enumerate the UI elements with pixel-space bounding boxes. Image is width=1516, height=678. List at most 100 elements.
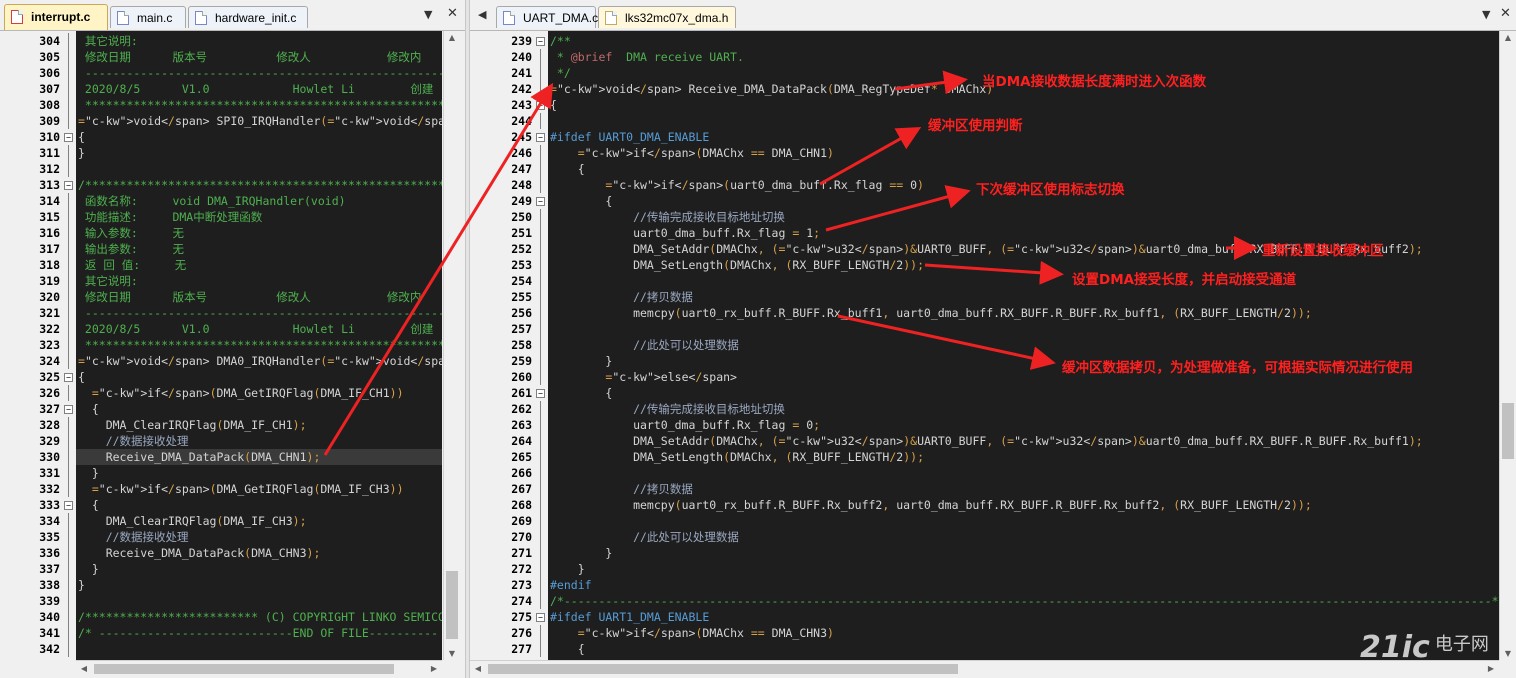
fold-toggle-icon[interactable]: − (536, 37, 545, 46)
fold-toggle-icon[interactable]: − (64, 405, 73, 414)
code-line: 修改日期 版本号 修改人 修改内 (78, 50, 422, 64)
fold-guide (540, 241, 541, 257)
scroll-up-icon[interactable]: ▲ (1500, 33, 1516, 42)
right-vscroll-thumb[interactable] (1502, 403, 1514, 459)
fold-guide (68, 65, 69, 81)
right-hscroll-thumb[interactable] (488, 664, 958, 674)
scroll-right-icon[interactable]: ▶ (1483, 664, 1499, 673)
scroll-left-icon[interactable]: ◀ (470, 664, 486, 673)
fold-guide (68, 289, 69, 305)
tab-list-dropdown-icon[interactable]: ▼ (1482, 8, 1490, 21)
tab-list-dropdown-icon[interactable]: ▼ (424, 8, 432, 21)
line-number: 330 (39, 450, 60, 464)
fold-toggle-icon[interactable]: − (536, 613, 545, 622)
fold-guide (540, 449, 541, 465)
code-line: memcpy(uart0_rx_buff.R_BUFF.Rx_buff2, ua… (550, 498, 1312, 512)
line-number: 269 (511, 514, 532, 528)
code-line: ="c-kw">void</span> SPI0_IRQHandler(="c-… (78, 114, 442, 128)
line-number: 320 (39, 290, 60, 304)
right-vertical-scrollbar[interactable]: ▲ ▼ (1499, 31, 1516, 660)
line-number: 321 (39, 306, 60, 320)
line-number: 333 (39, 498, 60, 512)
fold-guide (68, 353, 69, 369)
line-number: 324 (39, 354, 60, 368)
fold-guide (540, 289, 541, 305)
left-line-number-gutter: 304 305 306 307 308 309 310−311 312 313−314 315 31… (0, 31, 76, 660)
right-code-editor[interactable]: /** * @brief DMA receive UART. */ ="c-kw"… (548, 31, 1499, 660)
tab-main-c[interactable]: main.c (110, 6, 186, 28)
left-vertical-scrollbar[interactable]: ▲ ▼ (443, 31, 460, 660)
code-line: uart0_dma_buff.Rx_flag = 0; (550, 418, 821, 432)
code-line: /* ----------------------------END OF FI… (78, 626, 439, 640)
fold-guide (540, 417, 541, 433)
tab-interrupt-c[interactable]: interrupt.c (4, 4, 108, 30)
c-file-icon (195, 11, 207, 25)
close-icon[interactable]: ✕ (447, 6, 458, 21)
code-line: memcpy(uart0_rx_buff.R_BUFF.Rx_buff1, ua… (550, 306, 1312, 320)
fold-guide (540, 433, 541, 449)
tab-lks32mc07x-dma-h[interactable]: lks32mc07x_dma.h (598, 6, 736, 28)
right-horizontal-scrollbar[interactable]: ◀ ▶ (470, 660, 1499, 677)
left-horizontal-scrollbar[interactable]: ◀ ▶ (76, 660, 442, 677)
left-code-editor[interactable]: 其它说明: 修改日期 版本号 修改人 修改内 -----------------… (76, 31, 442, 660)
fold-toggle-icon[interactable]: − (64, 181, 73, 190)
left-hscroll-thumb[interactable] (94, 664, 394, 674)
line-number: 273 (511, 578, 532, 592)
fold-toggle-icon[interactable]: − (536, 389, 545, 398)
code-line: ="c-kw">if</span>(DMAChx == DMA_CHN1) (577, 146, 834, 160)
fold-toggle-icon[interactable]: − (64, 373, 73, 382)
fold-toggle-icon[interactable]: − (536, 101, 545, 110)
tab-hardware-init-c[interactable]: hardware_init.c (188, 6, 308, 28)
scroll-up-icon[interactable]: ▲ (444, 33, 460, 42)
code-line: } (550, 354, 613, 368)
code-line: } (550, 562, 585, 576)
left-vscroll-thumb[interactable] (446, 571, 458, 639)
annotation-reset-buffer: 重新设置接收缓冲区 (1262, 243, 1384, 259)
fold-guide (540, 145, 541, 161)
fold-toggle-icon[interactable]: − (536, 133, 545, 142)
annotation-buffer-judge: 缓冲区使用判断 (928, 118, 1023, 134)
line-number: 306 (39, 66, 60, 80)
line-number: 327 (39, 402, 60, 416)
fold-guide (540, 225, 541, 241)
fold-guide (68, 273, 69, 289)
tab-scroll-left-icon[interactable]: ◀ (478, 8, 486, 21)
fold-guide (540, 65, 541, 81)
code-line: /** (550, 34, 571, 48)
line-number: 338 (39, 578, 60, 592)
line-number: 256 (511, 306, 532, 320)
line-number: 307 (39, 82, 60, 96)
fold-toggle-icon[interactable]: − (536, 197, 545, 206)
scroll-left-icon[interactable]: ◀ (76, 664, 92, 673)
fold-guide (68, 577, 69, 593)
fold-guide (540, 321, 541, 337)
scroll-down-icon[interactable]: ▼ (444, 649, 460, 658)
code-line: } (550, 546, 613, 560)
code-line: //数据接收处理 (78, 434, 189, 448)
code-line: ----------------------------------------… (78, 66, 442, 80)
fold-guide (68, 305, 69, 321)
code-line: */ (550, 66, 571, 80)
code-line: Receive_DMA_DataPack(DMA_CHN3); (78, 546, 321, 560)
annotation-flag-switch: 下次缓冲区使用标志切换 (976, 182, 1125, 198)
line-number: 326 (39, 386, 60, 400)
code-line: 2020/8/5 V1.0 Howlet Li 创建 (78, 322, 434, 336)
code-line: ="c-kw">if</span>(uart0_dma_buff.Rx_flag… (605, 178, 924, 192)
code-line: //数据接收处理 (78, 530, 189, 544)
scroll-down-icon[interactable]: ▼ (1500, 649, 1516, 658)
line-number: 246 (511, 146, 532, 160)
fold-guide (540, 209, 541, 225)
line-number: 270 (511, 530, 532, 544)
line-number: 265 (511, 450, 532, 464)
close-icon[interactable]: ✕ (1500, 6, 1511, 21)
fold-toggle-icon[interactable]: − (64, 133, 73, 142)
fold-toggle-icon[interactable]: − (64, 501, 73, 510)
line-number: 336 (39, 546, 60, 560)
line-number: 275 (511, 610, 532, 624)
scroll-right-icon[interactable]: ▶ (426, 664, 442, 673)
tab-uart-dma-c[interactable]: UART_DMA.c (496, 6, 598, 28)
